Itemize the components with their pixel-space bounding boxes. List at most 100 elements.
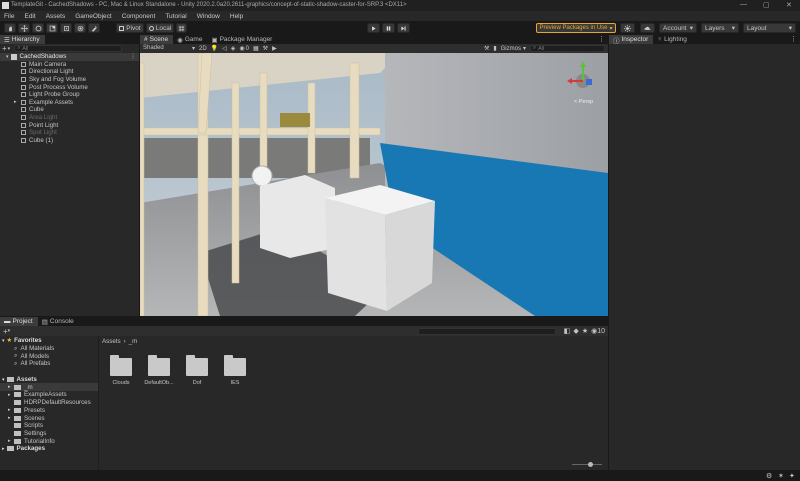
tab-scene[interactable]: # Scene: [140, 35, 174, 44]
folder-tile[interactable]: Dof: [185, 355, 209, 386]
breadcrumb-assets[interactable]: Assets: [102, 338, 121, 345]
account-dropdown[interactable]: Account ▾: [659, 23, 697, 33]
hierarchy-item[interactable]: Cube: [0, 106, 139, 114]
favorites-header[interactable]: ▾ ★ Favorites: [0, 337, 98, 345]
grid-toggle-icon[interactable]: ▦: [253, 45, 259, 52]
favorite-item[interactable]: ⌕ All Models: [0, 352, 98, 360]
grid-snap-button[interactable]: [176, 23, 187, 33]
play-button[interactable]: [367, 23, 380, 33]
menu-tutorial[interactable]: Tutorial: [165, 13, 186, 20]
packages-header[interactable]: ▸ Packages: [0, 445, 98, 453]
tab-hierarchy[interactable]: ☰ Hierarchy: [0, 35, 45, 44]
scene-name: CachedShadows: [19, 53, 67, 61]
assets-header[interactable]: ▾ Assets: [0, 376, 98, 384]
asset-folder-item[interactable]: ▸ _m: [0, 383, 98, 392]
preview-packages-button[interactable]: Preview Packages in Use ▾: [536, 23, 616, 33]
maximize-icon[interactable]: ▢: [763, 1, 770, 9]
panel-options-icon[interactable]: ⋮: [787, 35, 800, 44]
minimize-icon[interactable]: —: [740, 1, 747, 8]
asset-folder-item[interactable]: ▸ TutorialInfo: [0, 437, 98, 445]
cloud-button[interactable]: [640, 23, 655, 33]
tab-inspector[interactable]: ⓘ Inspector: [609, 35, 654, 45]
scale-tool-button[interactable]: [46, 23, 58, 33]
panel-options-icon[interactable]: ⋮: [595, 35, 608, 44]
hidden-packages-icon[interactable]: ◉ 10: [591, 327, 605, 336]
asset-folder-item[interactable]: Settings: [0, 430, 98, 438]
hierarchy-item[interactable]: Post Process Volume: [0, 83, 139, 91]
folder-tile[interactable]: DefaultOb...: [144, 355, 174, 386]
more-options-icon[interactable]: ⋮: [130, 53, 136, 60]
search-by-label-icon[interactable]: ◆: [573, 327, 578, 335]
hierarchy-item[interactable]: Area Light: [0, 114, 139, 122]
local-toggle[interactable]: Local: [146, 23, 174, 33]
menu-component[interactable]: Component: [122, 13, 156, 20]
menu-assets[interactable]: Assets: [46, 13, 66, 20]
hand-tool-button[interactable]: [4, 23, 16, 33]
breadcrumb-current[interactable]: _m: [129, 338, 138, 345]
asset-folder-item[interactable]: ▸ Scenes: [0, 414, 98, 422]
folder-tile[interactable]: IES: [223, 355, 247, 386]
custom-tool-button[interactable]: [88, 23, 100, 33]
auto-generate-lighting-icon[interactable]: ✶: [778, 472, 784, 480]
hierarchy-item[interactable]: Point Light: [0, 121, 139, 129]
folder-tile[interactable]: Clouds: [109, 355, 133, 386]
menu-help[interactable]: Help: [230, 13, 243, 20]
favorite-star-icon[interactable]: ★: [582, 327, 588, 335]
visibility-toggle[interactable]: ◉ 0: [239, 45, 249, 53]
camera-settings-icon[interactable]: ▶: [272, 45, 277, 52]
gizmos-dropdown[interactable]: Gizmos ▾: [501, 45, 526, 53]
2d-toggle[interactable]: 2D: [199, 46, 207, 52]
tab-package-manager[interactable]: ▣ Package Manager: [207, 35, 277, 44]
hierarchy-item[interactable]: Sky and Fog Volume: [0, 76, 139, 84]
pause-button[interactable]: [382, 23, 395, 33]
close-icon[interactable]: ✕: [786, 1, 792, 9]
asset-folder-item[interactable]: HDRPDefaultResources: [0, 399, 98, 407]
hierarchy-item[interactable]: Light Probe Group: [0, 91, 139, 99]
asset-folder-item[interactable]: Scripts: [0, 422, 98, 430]
transform-tool-button[interactable]: [74, 23, 86, 33]
pivot-toggle[interactable]: Pivot: [116, 23, 144, 33]
tools-toggle-icon[interactable]: ⚒: [263, 45, 268, 52]
tools-overlay-icon[interactable]: ⚒: [484, 45, 489, 52]
chevron-down-icon: ▾: [731, 25, 735, 32]
hierarchy-item[interactable]: Spot Light: [0, 129, 139, 137]
add-object-button[interactable]: +: [2, 44, 7, 53]
lighting-toggle-icon[interactable]: 💡: [211, 45, 218, 52]
zoom-slider[interactable]: [572, 462, 602, 467]
shading-mode-dropdown[interactable]: Shaded ▾: [143, 45, 195, 52]
hierarchy-item[interactable]: Cube (1): [0, 137, 139, 145]
asset-folder-item[interactable]: ▸ Presets: [0, 407, 98, 415]
rect-tool-button[interactable]: [60, 23, 72, 33]
tab-lighting[interactable]: ♀ Lighting: [653, 35, 692, 44]
scene-search-input[interactable]: ⌕ All: [530, 45, 605, 52]
camera-icon[interactable]: ▮: [493, 45, 496, 52]
menu-edit[interactable]: Edit: [24, 13, 35, 20]
scene-root-row[interactable]: ▾ CachedShadows ⋮: [0, 53, 139, 61]
scene-viewport[interactable]: < Persp: [140, 53, 608, 316]
effects-toggle-icon[interactable]: ◈: [231, 45, 236, 52]
collab-button[interactable]: [620, 23, 635, 33]
hierarchy-item[interactable]: Main Camera: [0, 61, 139, 69]
hierarchy-item[interactable]: Directional Light: [0, 68, 139, 76]
menu-window[interactable]: Window: [197, 13, 220, 20]
tab-console[interactable]: ▤ Console: [38, 317, 79, 326]
favorite-item[interactable]: ⌕ All Materials: [0, 345, 98, 353]
rotate-tool-button[interactable]: [32, 23, 44, 33]
tab-game[interactable]: ◉ Game: [173, 35, 207, 44]
hierarchy-search-input[interactable]: ⌕ All: [14, 45, 123, 52]
layout-dropdown[interactable]: Layout ▾: [743, 23, 796, 33]
favorite-item[interactable]: ⌕ All Prefabs: [0, 360, 98, 368]
menu-file[interactable]: File: [4, 13, 14, 20]
asset-folder-item[interactable]: ▸ ExampleAssets: [0, 391, 98, 399]
search-by-type-icon[interactable]: ◧: [564, 327, 571, 335]
menu-gameobject[interactable]: GameObject: [75, 13, 112, 20]
layers-dropdown[interactable]: Layers ▾: [701, 23, 739, 33]
audio-toggle-icon[interactable]: ◁: [222, 45, 227, 52]
chevron-right-icon[interactable]: ▸: [14, 99, 17, 105]
hierarchy-item[interactable]: ▸ Example Assets: [0, 99, 139, 107]
zoom-slider-thumb[interactable]: [588, 462, 593, 467]
tab-project[interactable]: ▬ Project: [0, 317, 38, 326]
step-button[interactable]: [397, 23, 410, 33]
project-search-input[interactable]: [417, 327, 556, 335]
move-tool-button[interactable]: [18, 23, 30, 33]
